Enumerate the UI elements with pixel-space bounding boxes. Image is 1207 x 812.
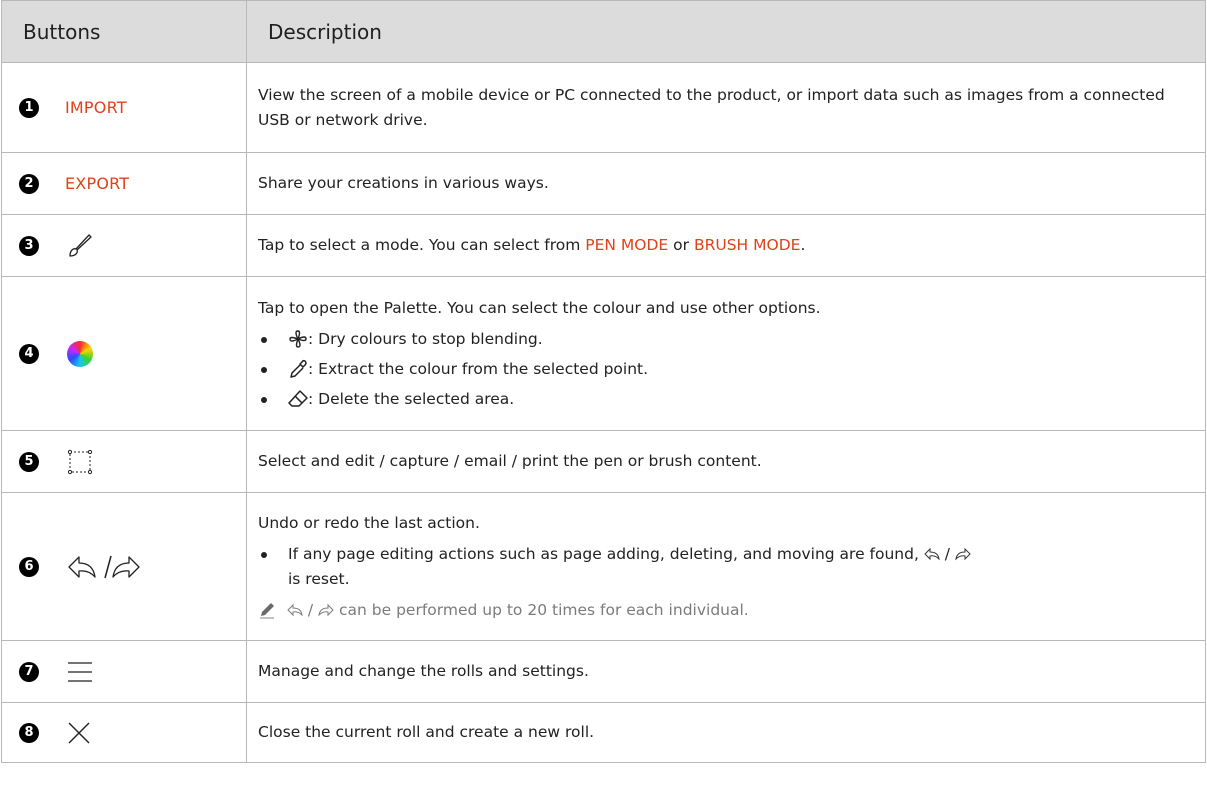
eyedropper-icon	[288, 359, 308, 379]
step-number: 1	[19, 97, 39, 118]
brush-mode-label: BRUSH MODE	[693, 236, 801, 254]
table-row: 5 Select and edit / capture / email / pr…	[1, 430, 1206, 493]
table-row: 4 Tap to open the Palette. You can selec…	[1, 276, 1206, 431]
table-header-row: Buttons Description	[1, 0, 1206, 63]
palette-options-list: : Dry colours to stop blending. : Extrac…	[258, 327, 1193, 412]
redo-icon	[318, 603, 334, 617]
undo-icon	[924, 547, 940, 561]
table-row: 7 Manage and change the rolls and settin…	[1, 640, 1206, 703]
header-description: Description	[246, 0, 1206, 63]
table-row: 3 Tap to select a mode. You can select f…	[1, 214, 1206, 277]
table-row: 1 IMPORT View the screen of a mobile dev…	[1, 62, 1206, 153]
description: Share your creations in various ways.	[246, 152, 1206, 215]
description: Manage and change the rolls and settings…	[246, 640, 1206, 703]
buttons-table: Buttons Description 1 IMPORT View the sc…	[1, 0, 1206, 763]
header-buttons: Buttons	[1, 0, 247, 63]
brush-icon	[67, 233, 93, 259]
undo-icon	[287, 603, 303, 617]
list-item: : Dry colours to stop blending.	[258, 327, 1193, 352]
description: Select and edit / capture / email / prin…	[246, 430, 1206, 493]
table-row: 2 EXPORT Share your creations in various…	[1, 152, 1206, 215]
export-button-label: EXPORT	[65, 174, 130, 193]
note: / can be performed up to 20 times for ea…	[258, 598, 1193, 623]
selection-icon	[67, 449, 93, 475]
table-row: 8 Close the current roll and create a ne…	[1, 702, 1206, 763]
pen-mode-label: PEN MODE	[585, 236, 669, 254]
fan-icon	[288, 329, 308, 349]
description: View the screen of a mobile device or PC…	[246, 62, 1206, 153]
step-number: 7	[19, 661, 39, 682]
description: Undo or redo the last action.	[258, 513, 480, 532]
eraser-icon	[288, 389, 308, 409]
description: Close the current roll and create a new …	[246, 702, 1206, 763]
close-icon	[67, 721, 91, 745]
color-wheel-icon	[67, 340, 93, 367]
undo-redo-icon	[67, 553, 141, 581]
step-number: 2	[19, 173, 39, 194]
import-button-label: IMPORT	[65, 98, 127, 117]
list-item: : Delete the selected area.	[258, 387, 1193, 412]
step-number: 8	[19, 722, 39, 743]
step-number: 5	[19, 451, 39, 472]
step-number: 6	[19, 556, 39, 577]
redo-icon	[955, 547, 971, 561]
pencil-note-icon	[258, 601, 276, 619]
list-item: : Extract the colour from the selected p…	[258, 357, 1193, 382]
table-row: 6 Undo or redo the last action. If any p…	[1, 492, 1206, 641]
step-number: 3	[19, 235, 39, 256]
list-item: If any page editing actions such as page…	[258, 542, 1193, 592]
description: Tap to open the Palette. You can select …	[258, 298, 821, 317]
description: Tap to select a mode. You can select fro…	[246, 214, 1206, 277]
undo-notes-list: If any page editing actions such as page…	[258, 542, 1193, 592]
step-number: 4	[19, 343, 39, 364]
menu-icon	[67, 660, 93, 684]
